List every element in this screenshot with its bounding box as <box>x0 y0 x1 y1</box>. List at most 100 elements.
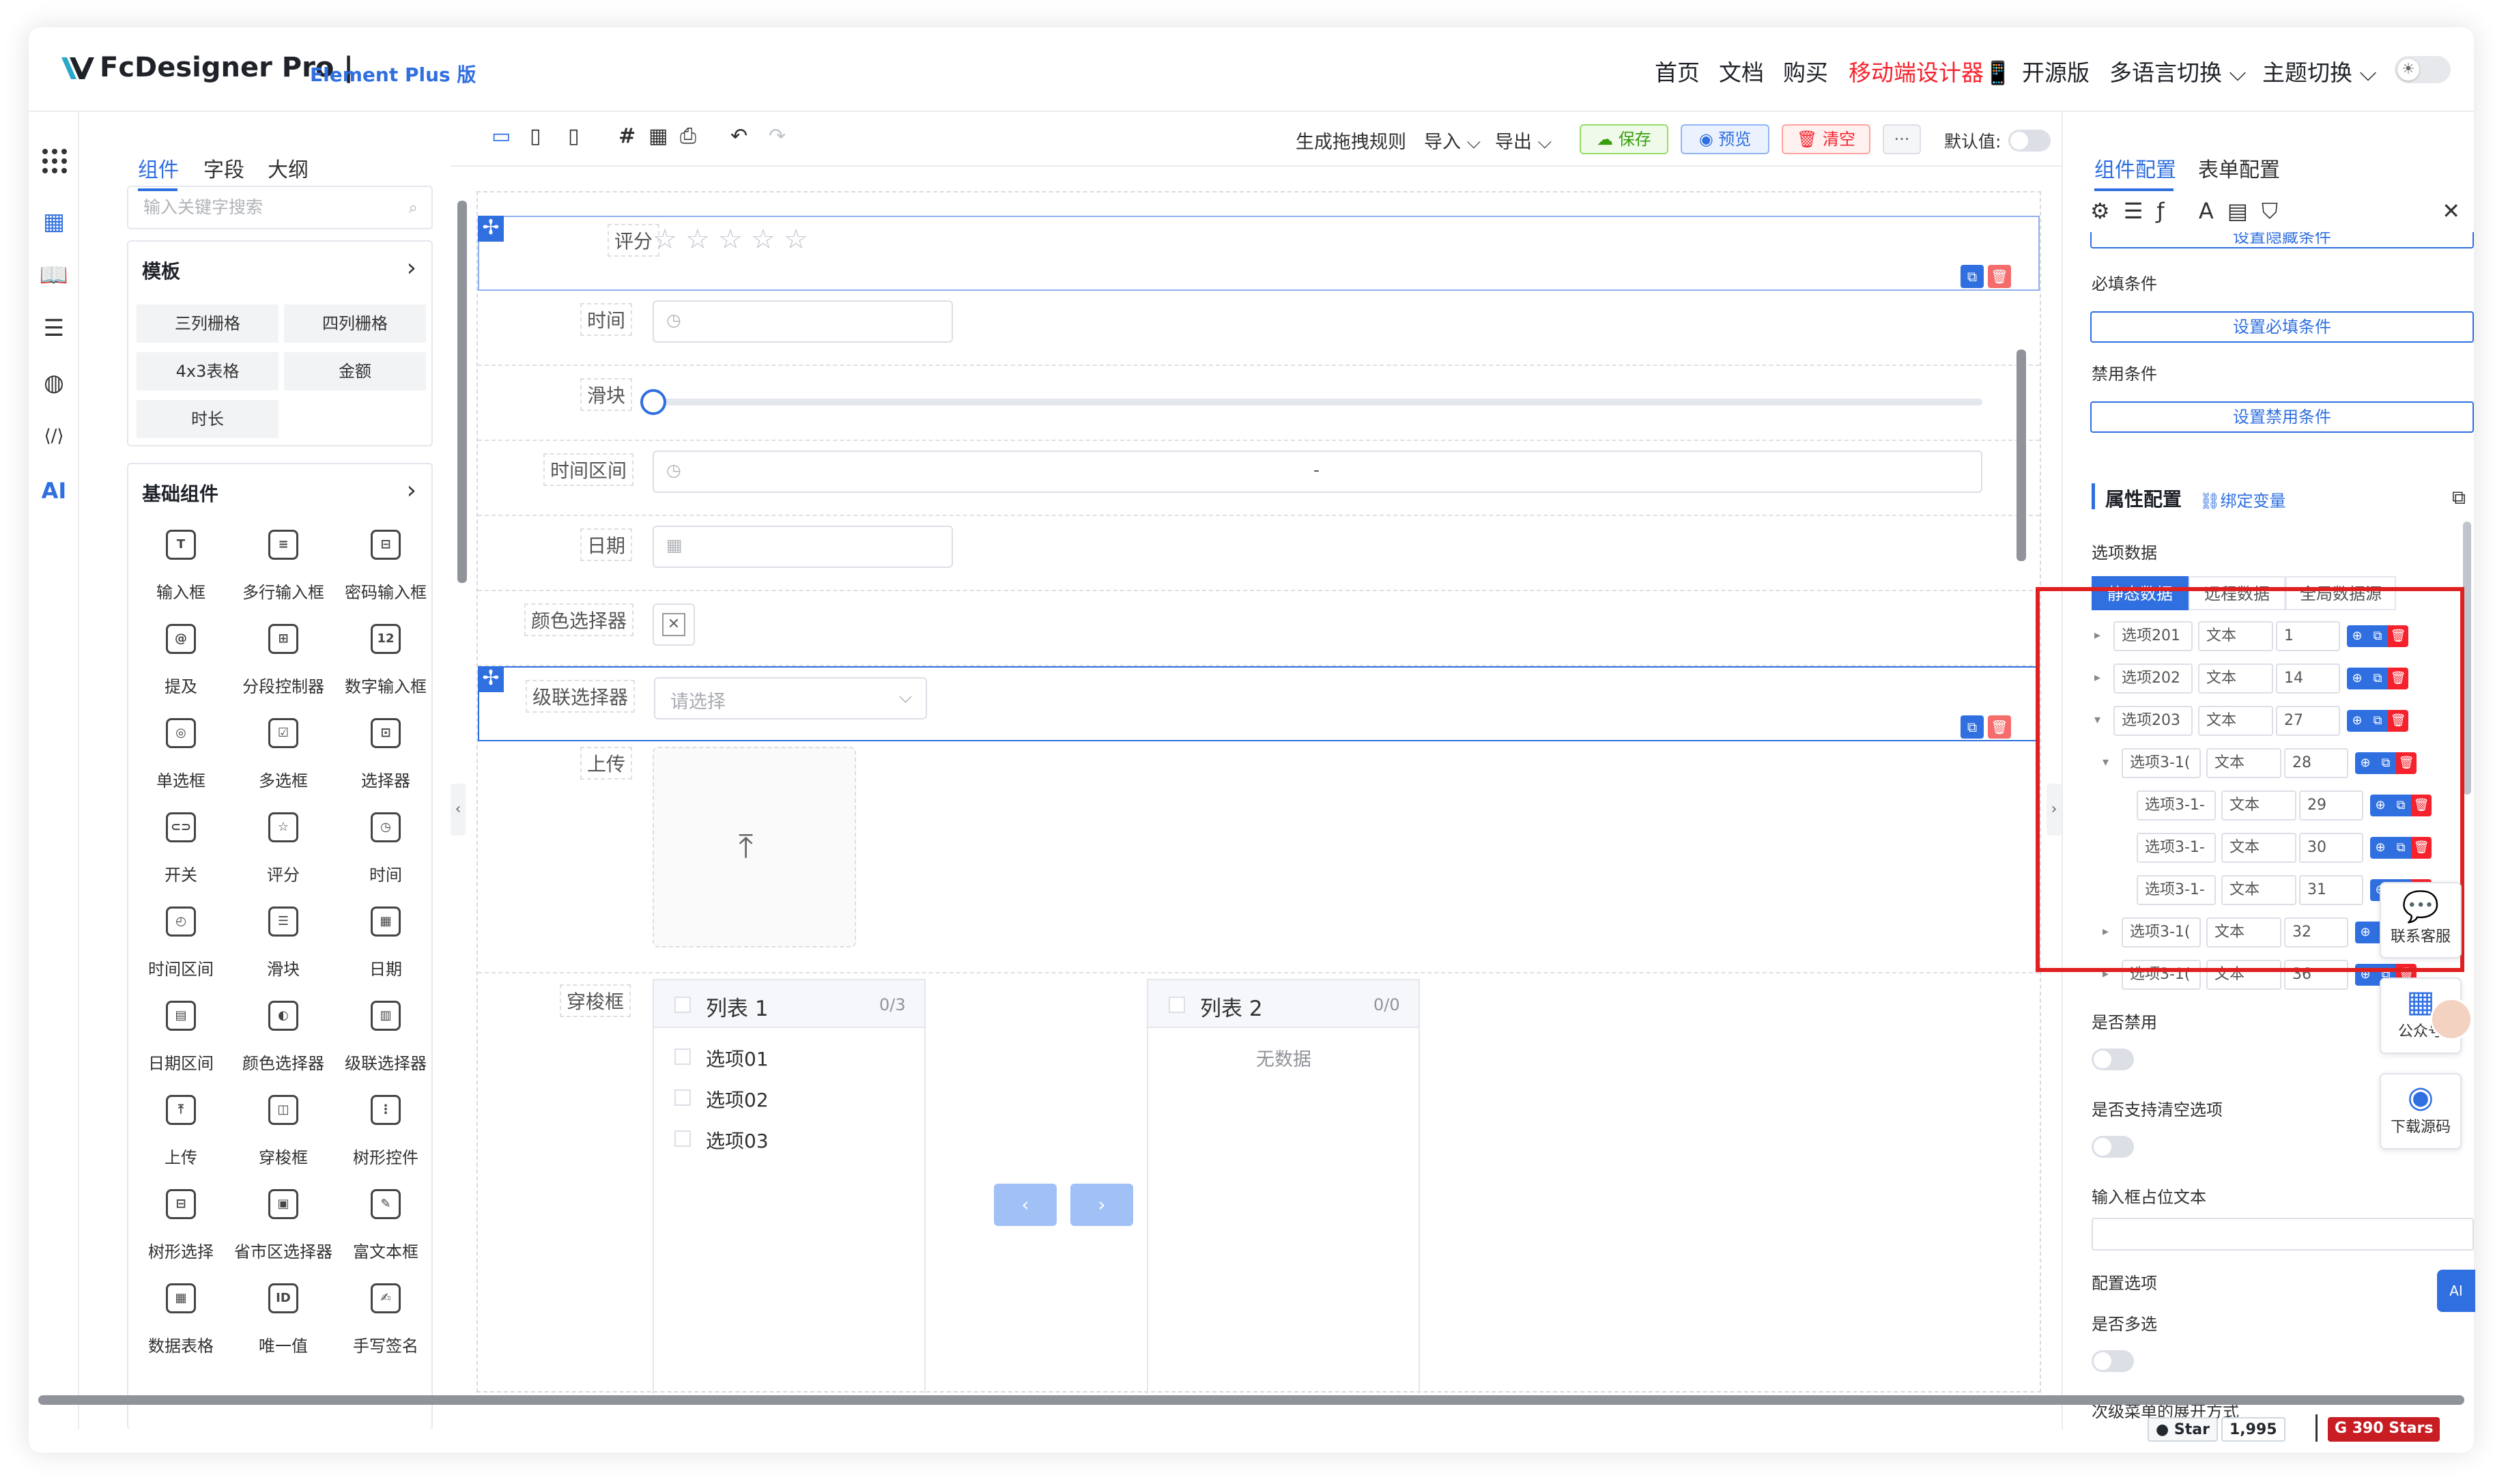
grid-dense-icon[interactable]: ▦ <box>649 124 668 148</box>
ai-assistant-button[interactable]: AI <box>2437 1270 2475 1312</box>
component-item[interactable]: ◫ 穿梭框 <box>232 1095 334 1184</box>
form-row-cascader[interactable]: ✢ 级联选择器 请选择 ⌵ ⧉ 🗑 <box>478 666 2040 741</box>
components-icon[interactable]: ▦ <box>38 206 70 238</box>
component-item[interactable]: ⊂⊃ 开关 <box>130 812 232 901</box>
component-item[interactable]: ☆ 评分 <box>232 812 334 901</box>
nav-theme[interactable]: 主题切换 ⌵ <box>2262 55 2377 87</box>
redo-icon[interactable]: ↷ <box>769 124 786 148</box>
template-item[interactable]: 金额 <box>284 352 426 390</box>
nav-buy[interactable]: 购买 <box>1783 55 1828 87</box>
collapse-left-handle[interactable]: ‹ <box>451 784 466 836</box>
delete-icon[interactable]: 🗑 <box>1988 265 2011 288</box>
component-item[interactable]: ID 唯一值 <box>232 1283 334 1372</box>
left-scrollbar[interactable] <box>457 201 467 583</box>
delete-icon[interactable]: 🗑 <box>1988 715 2011 739</box>
tablet-view-icon[interactable]: ▯ <box>530 124 541 148</box>
generate-rules-button[interactable]: 生成拖拽规则 <box>1296 127 1406 154</box>
export-button[interactable]: 导出 ⌵ <box>1495 127 1552 154</box>
tab-form-config[interactable]: 表单配置 <box>2198 153 2280 183</box>
code-icon[interactable]: ⟨/⟩ <box>38 420 70 452</box>
checkbox[interactable] <box>674 1130 691 1147</box>
component-item[interactable]: ◷ 时间 <box>334 812 437 901</box>
config-tool-icons[interactable]: ⚙☰ƒ A▤⛉ <box>2090 198 2292 225</box>
set-hidden-condition-button[interactable]: 设置隐藏条件 <box>2090 232 2474 248</box>
nav-mobile-designer[interactable]: 移动端设计器📱 <box>1849 55 2012 87</box>
more-button[interactable]: ··· <box>1883 124 1921 154</box>
component-item[interactable]: ▦ 数据表格 <box>130 1283 232 1372</box>
edit-icon[interactable]: ⧉ <box>2452 486 2466 509</box>
component-item[interactable]: @ 提及 <box>130 624 232 713</box>
default-value-switch[interactable] <box>2008 130 2051 152</box>
ai-icon[interactable]: AI <box>38 475 70 506</box>
nav-docs[interactable]: 文档 <box>1719 55 1764 87</box>
placeholder-input[interactable] <box>2092 1218 2474 1251</box>
template-item[interactable]: 时长 <box>137 400 279 438</box>
transfer-item[interactable]: 选项03 <box>706 1126 769 1154</box>
grid-icon[interactable]: # <box>618 124 636 148</box>
component-item[interactable]: ≡ 多行输入框 <box>232 530 334 618</box>
tab-component-config[interactable]: 组件配置 <box>2094 153 2176 183</box>
set-disabled-condition-button[interactable]: 设置禁用条件 <box>2090 401 2474 433</box>
pc-view-icon[interactable]: ▭ <box>491 124 511 148</box>
undo-icon[interactable]: ↶ <box>730 124 747 148</box>
nav-home[interactable]: 首页 <box>1655 55 1700 87</box>
checkbox[interactable] <box>674 1048 691 1065</box>
tab-fields[interactable]: 字段 <box>203 153 244 183</box>
canvas-scrollbar[interactable] <box>2017 349 2026 561</box>
color-picker-trigger[interactable]: ✕ <box>653 603 695 646</box>
component-item[interactable]: ◴ 时间区间 <box>130 907 232 995</box>
set-required-condition-button[interactable]: 设置必填条件 <box>2090 311 2474 343</box>
bind-variable-link[interactable]: ⛓绑定变量 <box>2199 487 2285 511</box>
component-item[interactable]: ⊡ 选择器 <box>334 718 437 807</box>
horizontal-scrollbar[interactable] <box>38 1395 2464 1405</box>
import-button[interactable]: 导入 ⌵ <box>1424 127 1481 154</box>
checkbox[interactable] <box>674 997 691 1013</box>
close-icon[interactable]: ✕ <box>2442 198 2460 224</box>
mobile-view-icon[interactable]: ▯ <box>568 124 580 148</box>
star-icon[interactable]: ☆ <box>718 224 743 255</box>
star-icon[interactable]: ☆ <box>751 224 775 255</box>
form-row-rate[interactable]: ✢ 评分 ☆ ☆ ☆ ☆ ☆ ⧉ 🗑 <box>478 216 2040 291</box>
book-icon[interactable]: 📖 <box>38 259 70 291</box>
component-item[interactable]: ⊟ 密码输入框 <box>334 530 437 618</box>
transfer-left-button[interactable]: ‹ <box>994 1184 1057 1226</box>
move-handle-icon[interactable]: ✢ <box>478 216 504 242</box>
copy-icon[interactable]: ⧉ <box>1961 715 1984 739</box>
tab-outline[interactable]: 大纲 <box>268 153 309 183</box>
template-item[interactable]: 三列栅格 <box>137 304 279 343</box>
component-item[interactable]: ◐ 颜色选择器 <box>232 1001 334 1089</box>
component-item[interactable]: ✎ 富文本框 <box>334 1189 437 1278</box>
component-item[interactable]: ☑ 多选框 <box>232 718 334 807</box>
star-icon[interactable]: ☆ <box>685 224 710 255</box>
save-button[interactable]: ☁ 保存 <box>1580 124 1668 154</box>
database-icon[interactable]: ☰ <box>38 313 70 344</box>
component-item[interactable]: ▦ 日期 <box>334 907 437 995</box>
component-item[interactable]: ☰ 滑块 <box>232 907 334 995</box>
component-item[interactable]: ⤒ 上传 <box>130 1095 232 1184</box>
clear-button[interactable]: 🗑 清空 <box>1782 124 1870 154</box>
nav-open-source[interactable]: 开源版 <box>2022 55 2090 87</box>
slider-handle[interactable] <box>640 389 666 415</box>
time-picker-input[interactable]: ◷ <box>653 300 953 343</box>
chevron-right-icon[interactable]: › <box>407 254 416 282</box>
official-account-widget[interactable]: ▦ 公众号 <box>2380 978 2473 1054</box>
component-item[interactable]: ✍ 手写签名 <box>334 1283 437 1372</box>
template-item[interactable]: 四列栅格 <box>284 304 426 343</box>
component-item[interactable]: ◎ 单选框 <box>130 718 232 807</box>
cascader-input[interactable]: 请选择 ⌵ <box>654 677 927 719</box>
transfer-right-button[interactable]: › <box>1070 1184 1133 1226</box>
time-range-input[interactable]: ◷ - <box>653 451 1982 493</box>
checkbox[interactable] <box>1169 997 1185 1013</box>
chevron-right-icon[interactable]: › <box>407 476 416 504</box>
component-item[interactable]: ▣ 省市区选择器 <box>232 1189 334 1278</box>
github-star-button[interactable]: ● Star <box>2148 1417 2218 1442</box>
component-item[interactable]: T 输入框 <box>130 530 232 618</box>
star-icon[interactable]: ☆ <box>653 224 677 255</box>
gitee-stars-badge[interactable]: G 390 Stars <box>2328 1417 2440 1442</box>
transfer-item[interactable]: 选项02 <box>706 1085 769 1113</box>
preview-button[interactable]: ◉ 预览 <box>1681 124 1769 154</box>
component-item[interactable]: ▤ 日期区间 <box>130 1001 232 1089</box>
apps-grid-icon[interactable] <box>41 147 68 175</box>
theme-toggle[interactable]: ☀ <box>2395 56 2451 83</box>
multiple-switch[interactable] <box>2092 1350 2134 1372</box>
